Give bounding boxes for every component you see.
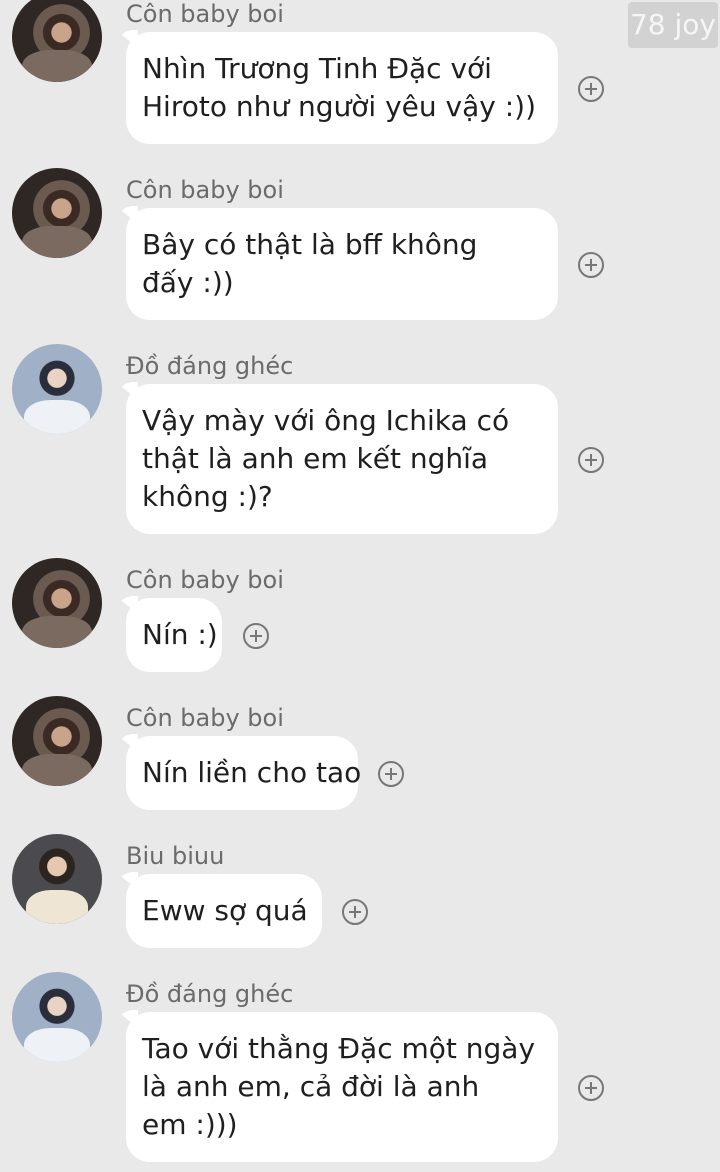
- message-bubble[interactable]: Nín :): [126, 598, 222, 672]
- add-reaction-icon[interactable]: [342, 899, 368, 925]
- message-text-line: đấy :)): [142, 266, 234, 299]
- avatar[interactable]: [12, 558, 102, 648]
- message-text-line: Tao với thằng Đặc một ngày: [142, 1032, 536, 1065]
- message-text-line: Nín liền cho tao: [142, 756, 362, 789]
- message-text-line: Vậy mày với ông Ichika có: [142, 404, 510, 437]
- sender-name: Côn baby boi: [126, 0, 284, 28]
- message-bubble[interactable]: Vậy mày với ông Ichika có thật là anh em…: [126, 384, 558, 534]
- avatar[interactable]: [12, 972, 102, 1062]
- message-text-line: em :))): [142, 1108, 238, 1141]
- watermark-label: 78 joy: [628, 2, 718, 48]
- add-reaction-icon[interactable]: [578, 76, 604, 102]
- message-text-line: không :)?: [142, 480, 273, 513]
- sender-name: Biu biuu: [126, 842, 225, 870]
- avatar[interactable]: [12, 0, 102, 82]
- message-text-line: Nhìn Trương Tinh Đặc với: [142, 52, 492, 85]
- avatar[interactable]: [12, 834, 102, 924]
- message-bubble[interactable]: Bây có thật là bff không đấy :)): [126, 208, 558, 320]
- message-text-line: là anh em, cả đời là anh: [142, 1070, 480, 1103]
- avatar[interactable]: [12, 344, 102, 434]
- message-bubble[interactable]: Nhìn Trương Tinh Đặc với Hiroto như ngườ…: [126, 32, 558, 144]
- message-text-line: Eww sợ quá: [142, 894, 308, 927]
- sender-name: Côn baby boi: [126, 704, 284, 732]
- message-bubble[interactable]: Eww sợ quá: [126, 874, 322, 948]
- avatar[interactable]: [12, 168, 102, 258]
- sender-name: Đồ đáng ghéc: [126, 980, 294, 1008]
- sender-name: Đồ đáng ghéc: [126, 352, 294, 380]
- avatar[interactable]: [12, 696, 102, 786]
- add-reaction-icon[interactable]: [578, 252, 604, 278]
- message-text-line: Nín :): [142, 618, 218, 651]
- message-bubble[interactable]: Nín liền cho tao: [126, 736, 362, 810]
- add-reaction-icon[interactable]: [378, 761, 404, 787]
- add-reaction-icon[interactable]: [578, 1075, 604, 1101]
- add-reaction-icon[interactable]: [243, 623, 269, 649]
- sender-name: Côn baby boi: [126, 176, 284, 204]
- message-bubble[interactable]: Tao với thằng Đặc một ngày là anh em, cả…: [126, 1012, 558, 1162]
- message-text-line: thật là anh em kết nghĩa: [142, 442, 489, 475]
- message-text-line: Bây có thật là bff không: [142, 228, 478, 261]
- message-text-line: Hiroto như người yêu vậy :)): [142, 90, 537, 123]
- sender-name: Côn baby boi: [126, 566, 284, 594]
- add-reaction-icon[interactable]: [578, 447, 604, 473]
